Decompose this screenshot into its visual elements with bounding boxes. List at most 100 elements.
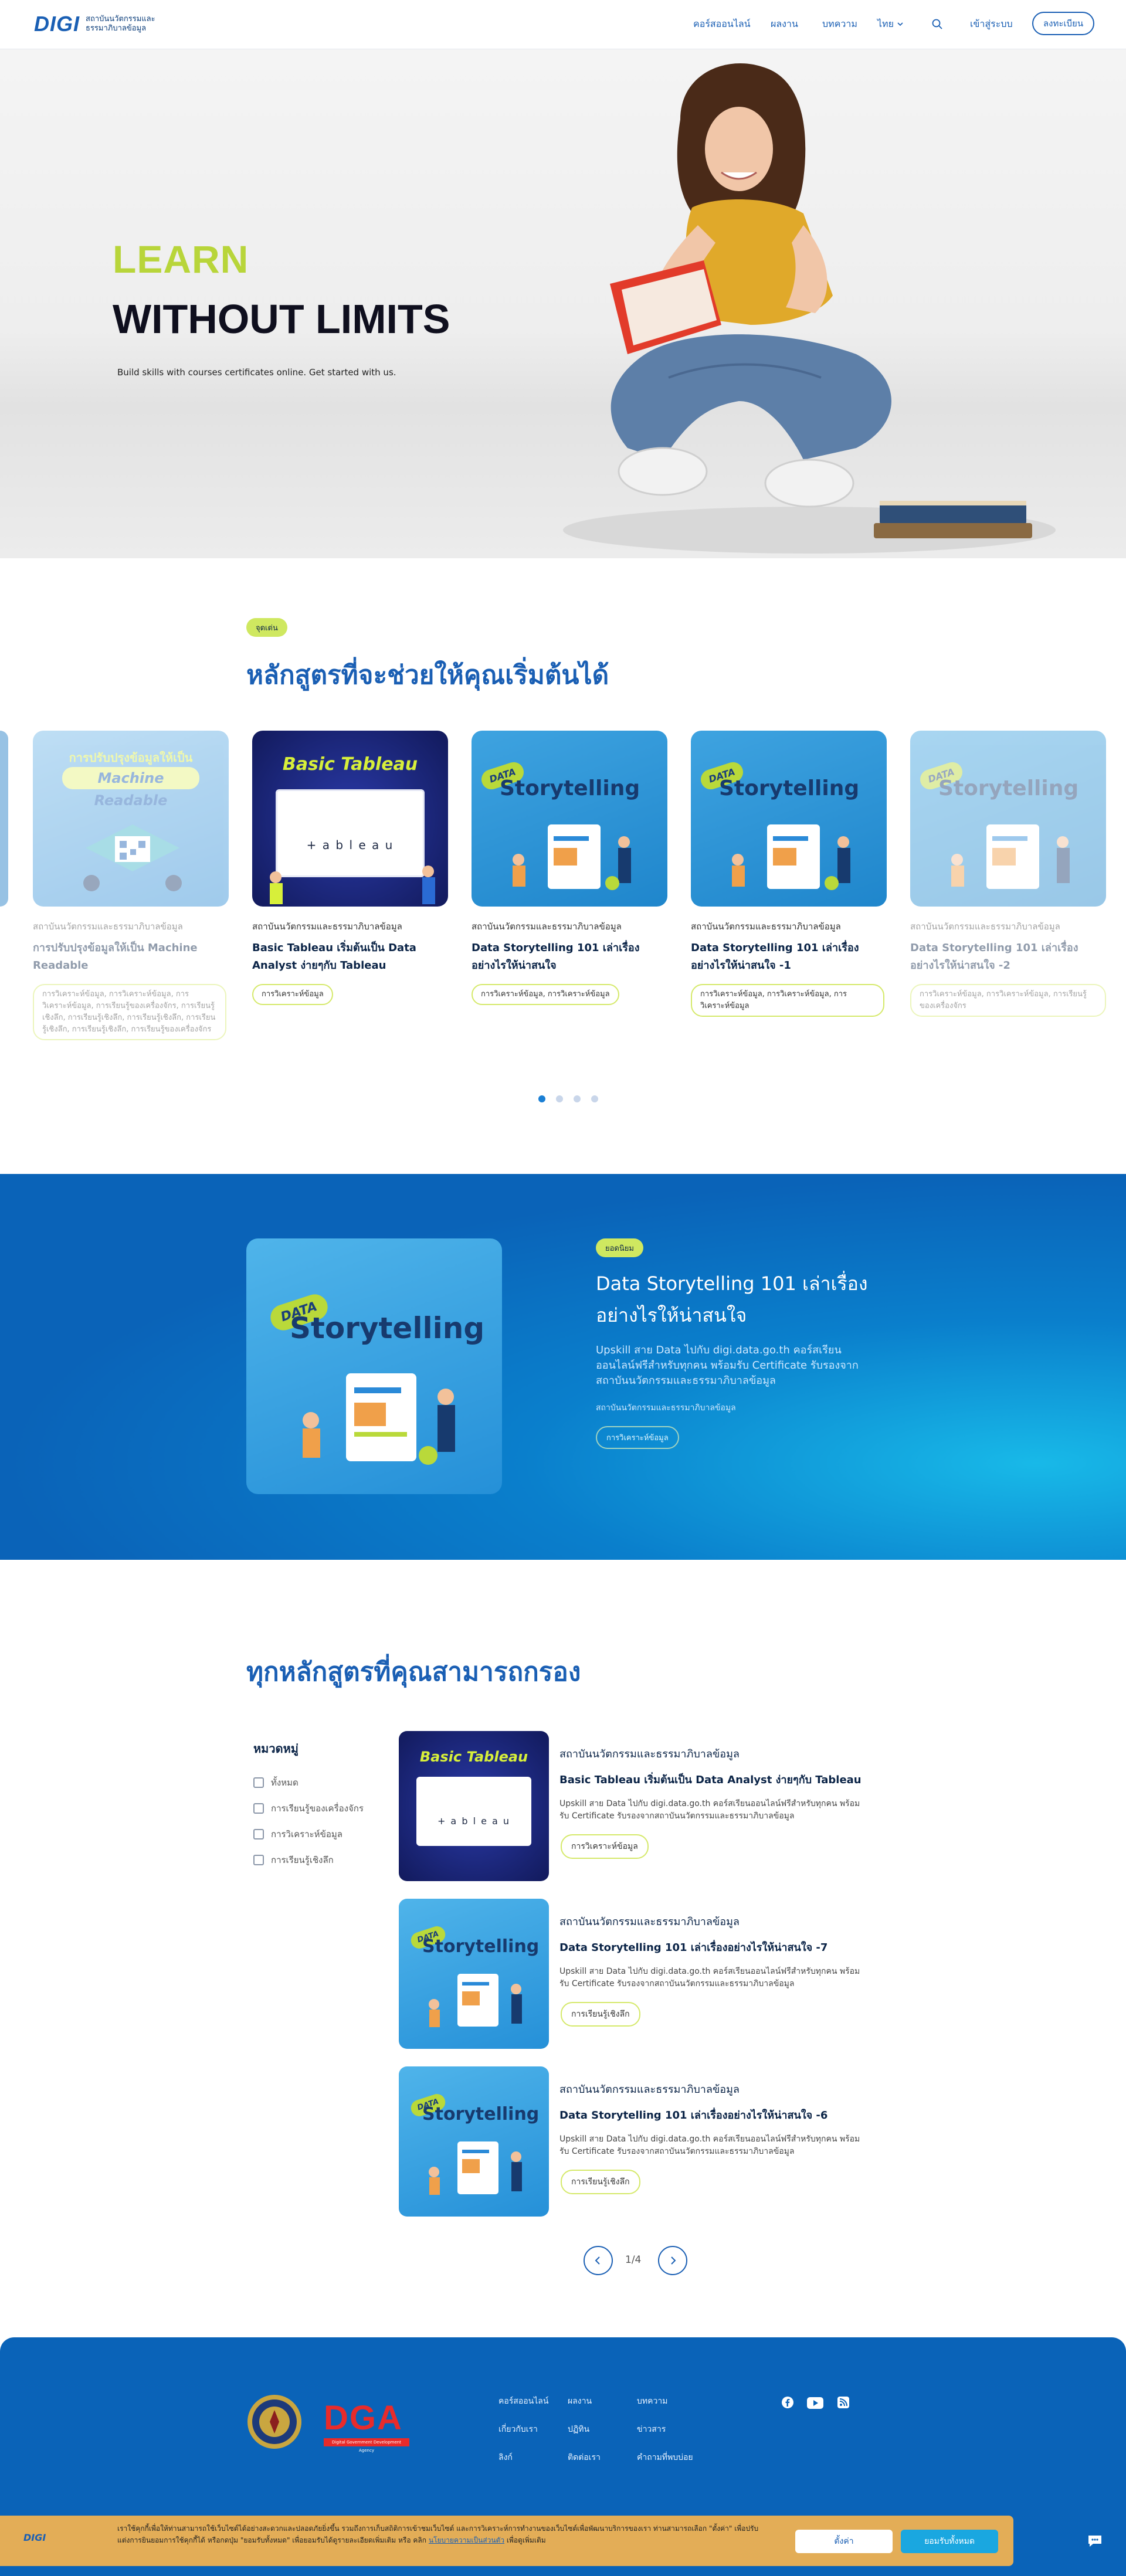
cookie-text: เราใช้คุกกี้เพื่อให้ท่านสามารถใช้เว็บไซต… [117,2523,762,2546]
carousel-dot[interactable] [574,1095,581,1102]
screen-illustration: + a b l e a u [416,1777,531,1846]
rss-icon[interactable] [837,2397,849,2408]
footer-link-articles[interactable]: บทความ [637,2395,667,2408]
nav-articles[interactable]: บทความ [822,15,857,33]
course-card[interactable]: การปรับปรุงข้อมูลให้เป็น Machine Readabl… [33,731,229,1040]
course-tags: การวิเคราะห์ข้อมูล, การวิเคราะห์ข้อมูล, … [910,984,1106,1017]
language-selector[interactable]: ไทย [877,15,904,33]
storytelling-illustration [513,824,631,890]
course-description: Upskill สาย Data ไปกับ digi.data.go.th ค… [559,1967,860,1988]
thumbnail-title: Basic Tableau [419,1749,528,1765]
filter-deep-learning[interactable]: การเรียนรู้เชิงลึก [253,1853,334,1867]
featured-title[interactable]: Data Storytelling 101 เล่าเรื่องอย่างไรใ… [596,1268,901,1331]
carousel-dot[interactable] [591,1095,598,1102]
carousel-dot-active[interactable] [538,1095,545,1102]
course-thumbnail[interactable]: DATA Storytelling [399,1899,549,2049]
dga-logo: DGA [324,2399,403,2437]
course-tag: การวิเคราะห์ข้อมูล [561,1834,649,1859]
chat-icon [1088,2536,1101,2547]
hero-image [563,63,1056,554]
thumbnail-title: Machine Readable [62,767,199,809]
course-org: สถาบันนวัตกรรมและธรรมาภิบาลข้อมูล [691,921,841,932]
government-seal-icon [247,2395,301,2449]
course-description: Upskill สาย Data ไปกับ digi.data.go.th ค… [559,1799,860,1821]
featured-thumbnail[interactable]: DATA Storytelling [246,1238,502,1494]
storytelling-illustration [429,1974,522,2027]
course-title[interactable]: Data Storytelling 101 เล่าเรื่องอย่างไรใ… [559,1939,827,1956]
checkbox[interactable] [253,1829,264,1839]
course-org: สถาบันนวัตกรรมและธรรมาภิบาลข้อมูล [559,1916,740,1928]
course-tags: การวิเคราะห์ข้อมูล, การวิเคราะห์ข้อมูล, … [33,984,226,1040]
thumbnail-title: Storytelling [422,1936,540,1957]
filter-label: การเรียนรู้ของเครื่องจักร [271,1803,364,1814]
site-logo[interactable]: DIGI สถาบันนวัตกรรมและ ธรรมาภิบาลข้อมูล [34,12,155,36]
course-thumbnail: DATA Storytelling [472,731,667,907]
course-card[interactable]: DATA Storytelling สถาบันนวัตกรรมและธรรมา… [472,731,667,1005]
course-thumbnail: Basic Tableau + a b l e a u [252,731,448,907]
thumbnail-caption: การปรับปรุงข้อมูลให้เป็น [69,751,193,765]
cookie-settings-button[interactable]: ตั้งค่า [795,2530,893,2553]
facebook-icon[interactable] [781,2396,794,2409]
course-title[interactable]: Basic Tableau เริ่มต้นเป็น Data Analyst … [559,1771,862,1788]
pagination-indicator: 1/4 [625,2254,642,2266]
logo-line2: ธรรมาภิบาลข้อมูล [86,24,147,33]
filter-all[interactable]: ทั้งหมด [253,1776,299,1790]
featured-tag: การวิเคราะห์ข้อมูล [596,1426,679,1449]
course-title: Data Storytelling 101 เล่าเรื่องอย่างไรใ… [910,942,1078,972]
course-org: สถาบันนวัตกรรมและธรรมาภิบาลข้อมูล [559,1748,740,1760]
footer-link-news[interactable]: ข่าวสาร [637,2423,666,2436]
course-title: การปรับปรุงข้อมูลให้เป็น Machine Readabl… [33,942,198,972]
course-org: สถาบันนวัตกรรมและธรรมาภิบาลข้อมูล [472,921,622,932]
prev-page-button[interactable] [584,2246,613,2275]
featured-org: สถาบันนวัตกรรมและธรรมาภิบาลข้อมูล [596,1403,736,1413]
course-title[interactable]: Data Storytelling 101 เล่าเรื่องอย่างไรใ… [559,2106,827,2123]
cookie-accept-button[interactable]: ยอมรับทั้งหมด [901,2530,998,2553]
signin-link[interactable]: เข้าสู่ระบบ [970,15,1013,33]
nav-online-courses[interactable]: คอร์สออนไลน์ [693,15,751,33]
all-courses-title: ทุกหลักสูตรที่คุณสามารถกรอง [246,1657,581,1687]
youtube-icon[interactable] [807,2397,823,2409]
footer-link-contact[interactable]: ติดต่อเรา [568,2451,601,2464]
filter-machine-learning[interactable]: การเรียนรู้ของเครื่องจักร [253,1801,364,1815]
course-card[interactable]: DATA Storytelling สถาบันนวัตกรรมและธรรมา… [910,731,1106,1017]
course-org: สถาบันนวัตกรรมและธรรมาภิบาลข้อมูล [559,2083,740,2096]
course-card[interactable]: Basic Tableau + a b l e a u สถาบันนวัตกร… [252,731,448,1005]
footer-link-about[interactable]: เกี่ยวกับเรา [498,2423,538,2436]
course-thumbnail[interactable]: DATA Storytelling [399,2066,549,2217]
footer-link-faq[interactable]: คำถามที่พบบ่อย [637,2451,693,2464]
filter-label: การเรียนรู้เชิงลึก [271,1855,334,1865]
filter-data-analysis[interactable]: การวิเคราะห์ข้อมูล [253,1827,342,1841]
course-tag: การเรียนรู้เชิงลึก [561,2170,640,2194]
storytelling-illustration [732,824,850,890]
next-page-button[interactable] [658,2246,687,2275]
footer-link-links[interactable]: ลิงก์ [498,2451,513,2464]
privacy-policy-link[interactable]: นโยบายความเป็นส่วนตัว [429,2536,504,2544]
thumbnail-title: Storytelling [719,776,860,800]
thumbnail-title: Storytelling [500,776,640,800]
course-card[interactable]: DATA Storytelling สถาบันนวัตกรรมและธรรมา… [691,731,887,1017]
chat-button[interactable] [1074,2520,1115,2561]
storytelling-illustration [429,2141,522,2195]
register-button[interactable]: ลงทะเบียน [1032,12,1094,35]
cookie-message-end: เพื่อดูเพิ่มเติม [506,2536,546,2544]
filter-title: หมวดหมู่ [253,1742,299,1756]
footer-link-works[interactable]: ผลงาน [568,2395,592,2408]
footer-link-calendar[interactable]: ปฏิทิน [568,2423,589,2436]
course-thumbnail[interactable]: Basic Tableau + a b l e a u [399,1731,549,1881]
footer-link-courses[interactable]: คอร์สออนไลน์ [498,2395,548,2408]
qr-illustration [83,824,182,891]
checkbox[interactable] [253,1803,264,1814]
checkbox[interactable] [253,1777,264,1788]
search-icon[interactable] [931,15,943,33]
course-title: Data Storytelling 101 เล่าเรื่องอย่างไรใ… [691,942,859,972]
thumbnail-title: Basic Tableau [282,754,418,775]
carousel-prev-card-edge [0,731,8,907]
nav-works[interactable]: ผลงาน [771,15,798,33]
site-header: DIGI สถาบันนวัตกรรมและ ธรรมาภิบาลข้อมูล … [0,0,1126,49]
hero-subtitle: Build skills with courses certificates o… [117,367,396,378]
hero-title-learn: LEARN [113,237,249,281]
checkbox[interactable] [253,1855,264,1865]
chevron-down-icon [897,22,903,26]
popular-section-title: หลักสูตรที่จะช่วยให้คุณเริ่มต้นได้ [246,660,609,690]
carousel-dot[interactable] [556,1095,563,1102]
